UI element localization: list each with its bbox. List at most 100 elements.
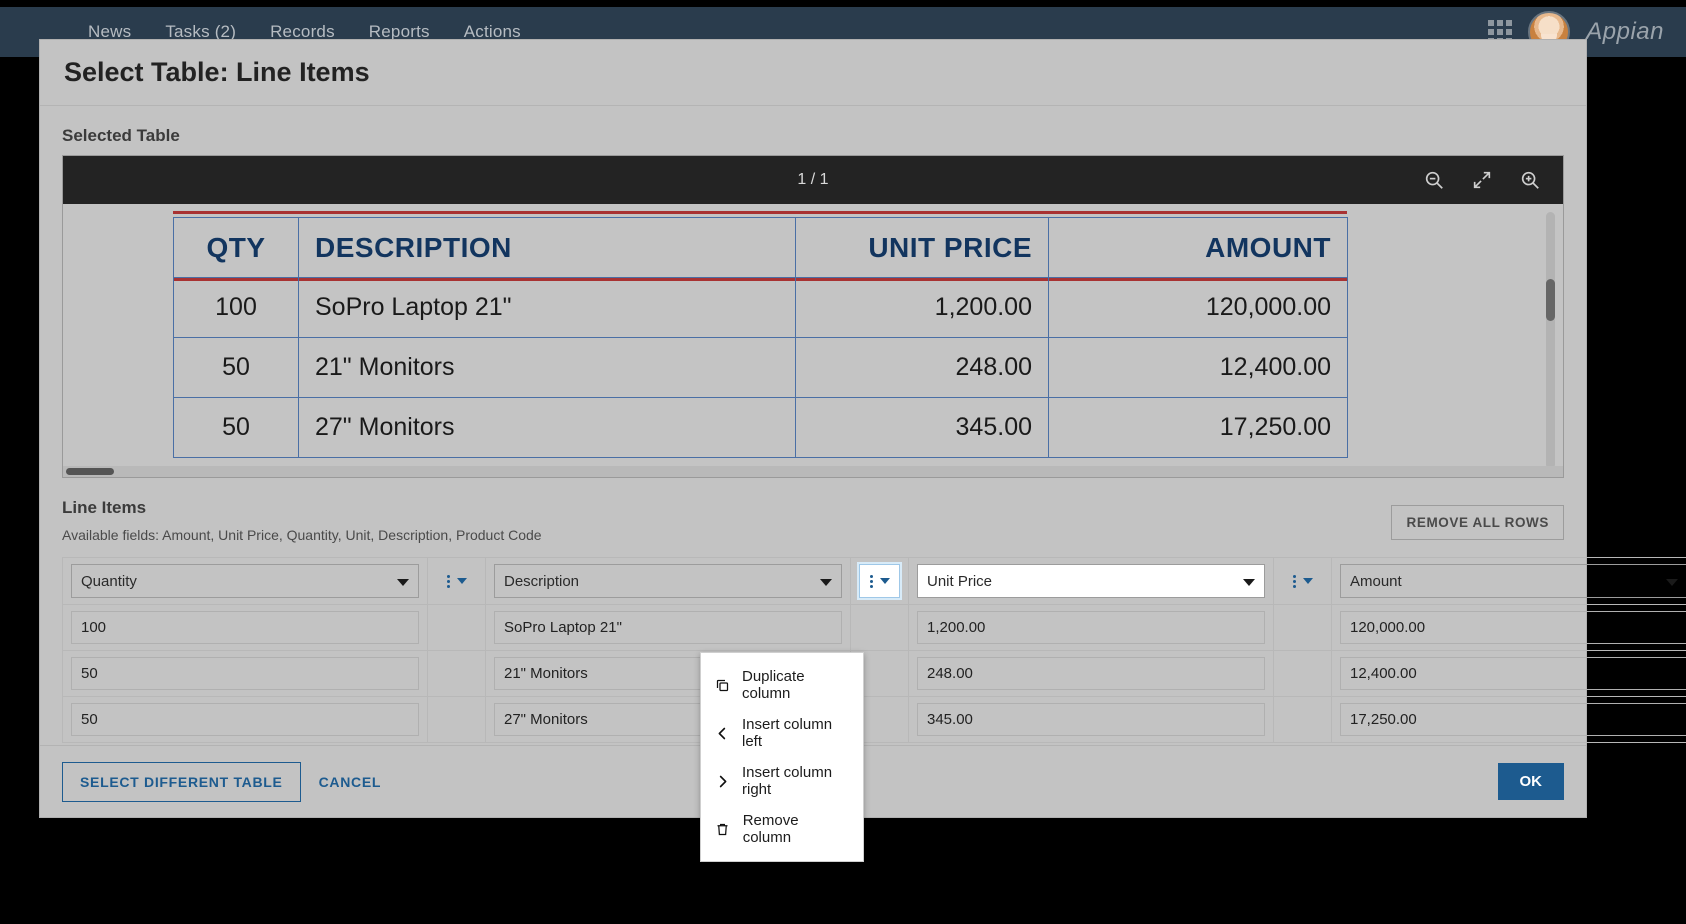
chevron-down-icon [397,579,409,586]
document-viewer: 1 / 1 QTY DESCRIPTION UNIT PRICE AMOUNT … [62,155,1564,478]
vertical-dots-icon [446,574,450,588]
description-input[interactable] [494,611,842,644]
zoom-out-icon[interactable] [1423,169,1445,191]
chevron-down-icon [1243,579,1255,586]
duplicate-icon [715,678,730,693]
cell-quantity [62,696,428,743]
viewer-vertical-scroll-thumb[interactable] [1546,279,1555,321]
invoice-col-amt: AMOUNT [1048,217,1348,278]
chevron-down-icon [820,579,832,586]
menu-item-insert-column-right[interactable]: Insert column right [701,757,863,805]
invoice-cell-amt: 17,250.00 [1048,397,1348,458]
cell-field-description: Description [485,557,851,605]
viewer-horizontal-scroll-thumb[interactable] [66,468,114,475]
nav-item-records[interactable]: Records [270,22,335,42]
column-context-menu: Duplicate column Insert column left Inse… [700,652,864,862]
vertical-dots-icon [869,574,873,588]
field-select-amount[interactable]: Amount [1340,564,1686,598]
invoice-table-body: 100 SoPro Laptop 21" 1,200.00 120,000.00… [173,277,1348,458]
amount-input[interactable] [1340,657,1686,690]
cell-unit-price [908,696,1274,743]
quantity-input[interactable] [71,657,419,690]
line-items-header: Line Items Available fields: Amount, Uni… [62,478,1564,553]
rule-top [173,211,1347,214]
field-select-description[interactable]: Description [494,564,842,598]
brand-logo: Appian [1586,18,1664,45]
column-menu-button-quantity[interactable] [436,564,477,598]
column-field-row: Quantity Description Unit Price Amount [62,557,1686,605]
cell-spacer [427,604,486,651]
column-menu-button-unit-price[interactable] [1282,564,1323,598]
amount-input[interactable] [1340,703,1686,736]
mapping-table: Quantity Description Unit Price Amount 1… [62,557,1686,743]
select-different-table-button[interactable]: SELECT DIFFERENT TABLE [62,761,301,802]
amount-input[interactable] [1340,611,1686,644]
field-select-quantity[interactable]: Quantity [71,564,419,598]
invoice-cell-desc: SoPro Laptop 21" [298,277,796,338]
chevron-right-icon [715,774,730,789]
document-canvas: QTY DESCRIPTION UNIT PRICE AMOUNT 100 So… [63,204,1563,477]
invoice-cell-desc: 21" Monitors [298,337,796,398]
cell-spacer [427,650,486,697]
invoice-cell-qty: 50 [173,337,299,398]
table-row: 50 27" Monitors 345.00 17,250.00 [173,397,1348,458]
dialog-body: Selected Table 1 / 1 QTY DESCRIPTION UNI… [40,126,1686,743]
zoom-in-icon[interactable] [1519,169,1541,191]
nav-item-actions[interactable]: Actions [464,22,521,42]
table-row: 50 21" Monitors 248.00 12,400.00 [173,337,1348,398]
table-row: ✕ [62,650,1686,697]
chevron-down-icon [456,578,467,584]
cell-unit-price [908,604,1274,651]
cell-menu-description [850,557,909,605]
cell-amount [1331,650,1686,697]
unit-price-input[interactable] [917,703,1265,736]
cell-spacer [850,604,909,651]
selected-table-label: Selected Table [62,126,180,145]
viewer-horizontal-scrollbar[interactable] [63,466,1563,477]
menu-item-duplicate-column[interactable]: Duplicate column [701,661,863,709]
table-row: ✕ [62,604,1686,651]
nav-items: News Tasks (2) Records Reports Actions [88,22,521,42]
invoice-table: QTY DESCRIPTION UNIT PRICE AMOUNT 100 So… [173,217,1348,458]
invoice-header-row: QTY DESCRIPTION UNIT PRICE AMOUNT [173,217,1348,278]
menu-item-remove-column[interactable]: Remove column [701,805,863,853]
invoice-cell-unit: 248.00 [795,337,1049,398]
chevron-down-icon [1666,579,1678,586]
chevron-down-icon [879,578,890,584]
quantity-input[interactable] [71,611,419,644]
column-menu-button-description[interactable] [859,564,900,598]
remove-all-rows-button[interactable]: REMOVE ALL ROWS [1391,505,1564,540]
cell-amount [1331,696,1686,743]
unit-price-input[interactable] [917,657,1265,690]
quantity-input[interactable] [71,703,419,736]
available-fields-text: Available fields: Amount, Unit Price, Qu… [62,527,542,543]
app-root: News Tasks (2) Records Reports Actions A… [0,0,1686,924]
menu-item-insert-column-left-label: Insert column left [742,716,833,750]
expand-icon[interactable] [1471,169,1493,191]
viewer-vertical-scrollbar[interactable] [1546,212,1555,469]
menu-item-insert-column-right-label: Insert column right [742,764,833,798]
field-select-unit-price[interactable]: Unit Price [917,564,1265,598]
cell-description [485,604,851,651]
nav-item-reports[interactable]: Reports [369,22,430,42]
nav-item-tasks[interactable]: Tasks (2) [165,22,236,42]
cancel-button[interactable]: CANCEL [319,774,382,790]
cell-quantity [62,604,428,651]
cell-spacer [1273,650,1332,697]
nav-item-news[interactable]: News [88,22,131,42]
vertical-dots-icon [1292,574,1296,588]
invoice-cell-desc: 27" Monitors [298,397,796,458]
dialog-header: Select Table: Line Items [40,40,1586,106]
field-select-amount-value: Amount [1350,572,1402,590]
invoice-table-head: QTY DESCRIPTION UNIT PRICE AMOUNT [173,217,1348,278]
menu-item-remove-column-label: Remove column [742,812,799,846]
menu-item-duplicate-column-label: Duplicate column [742,668,805,702]
cell-amount [1331,604,1686,651]
cell-menu-unit-price [1273,557,1332,605]
menu-item-insert-column-left[interactable]: Insert column left [701,709,863,757]
ok-button[interactable]: OK [1497,763,1564,800]
unit-price-input[interactable] [917,611,1265,644]
document-page: QTY DESCRIPTION UNIT PRICE AMOUNT 100 So… [73,204,1535,477]
chevron-left-icon [715,726,730,741]
field-select-quantity-value: Quantity [81,572,137,590]
